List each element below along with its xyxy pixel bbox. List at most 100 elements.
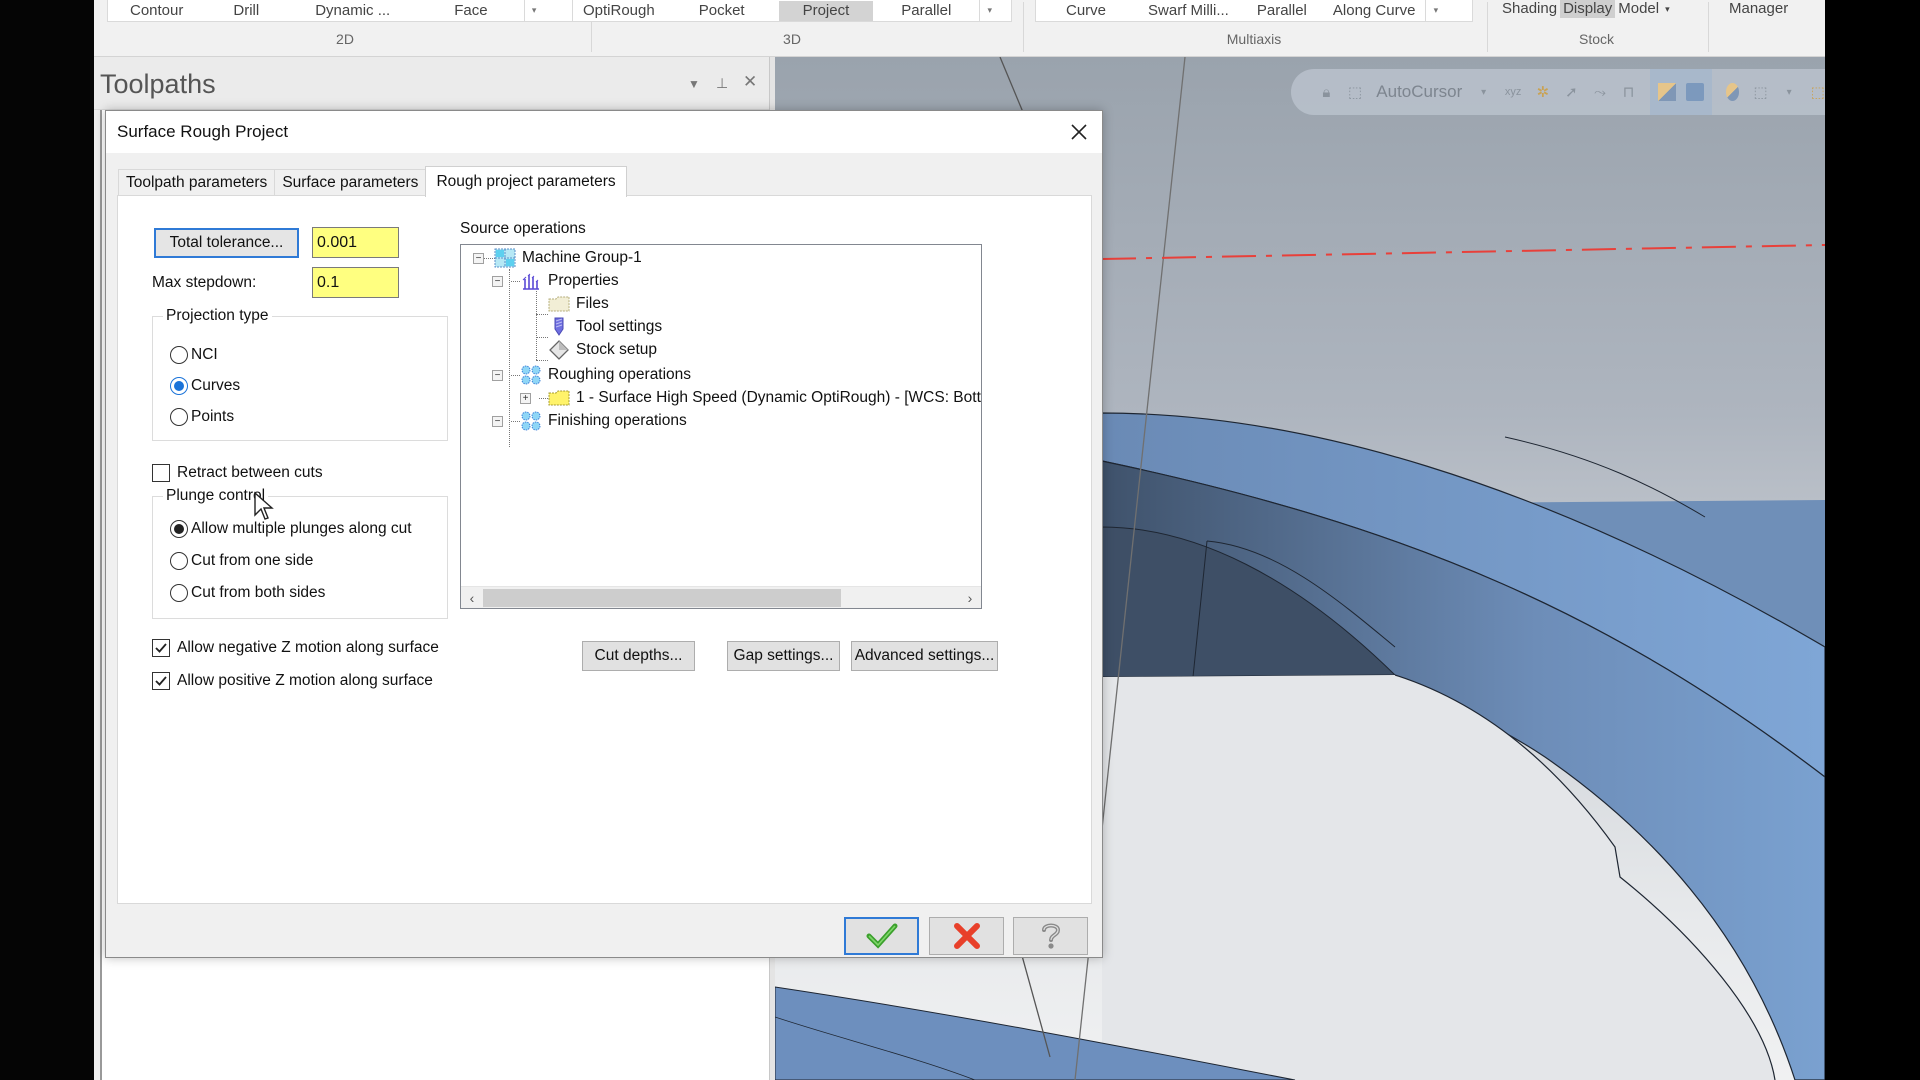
allow-negative-z-checkbox[interactable]: Allow negative Z motion along surface bbox=[152, 639, 439, 657]
dialog-tabs: Toolpath parameters Surface parameters R… bbox=[118, 166, 627, 197]
autocursor-chevron-icon[interactable]: ▾ bbox=[1476, 82, 1491, 102]
total-tolerance-input[interactable] bbox=[312, 227, 399, 258]
ribbon-btn-swarf[interactable]: Swarf Milli... bbox=[1136, 1, 1241, 21]
scrollbar-thumb[interactable] bbox=[483, 589, 841, 607]
tree-item-finishing-operations[interactable]: Finishing operations bbox=[520, 410, 687, 432]
tree-item-tool-settings[interactable]: Tool settings bbox=[548, 316, 662, 338]
tab-surface-parameters[interactable]: Surface parameters bbox=[274, 169, 427, 196]
add-point-icon[interactable]: ✲ bbox=[1535, 82, 1550, 102]
source-operations-tree[interactable]: − Machine Group-1 − Properties Files Too… bbox=[460, 244, 982, 609]
checkbox-checked[interactable] bbox=[152, 672, 170, 690]
panel-pin-icon[interactable]: ⊥ bbox=[716, 75, 728, 92]
cut-depths-button[interactable]: Cut depths... bbox=[582, 641, 695, 671]
expand-toggle[interactable]: + bbox=[520, 393, 531, 404]
allow-positive-z-checkbox[interactable]: Allow positive Z motion along surface bbox=[152, 672, 433, 690]
select-arrow-icon[interactable]: ➚ bbox=[1564, 82, 1579, 102]
retract-between-cuts-checkbox[interactable]: Retract between cuts bbox=[152, 464, 323, 482]
tab-toolpath-parameters[interactable]: Toolpath parameters bbox=[118, 169, 276, 196]
select-chain-icon[interactable]: ⤳ bbox=[1593, 82, 1608, 102]
radio-nci[interactable]: NCI bbox=[170, 346, 218, 364]
radio-button-selected[interactable] bbox=[170, 377, 188, 395]
collapse-toggle[interactable]: − bbox=[492, 370, 503, 381]
lock-icon[interactable]: 🔒︎ bbox=[1319, 82, 1334, 102]
ribbon-btn-optirough[interactable]: OptiRough bbox=[573, 1, 665, 21]
ribbon-btn-curve[interactable]: Curve bbox=[1036, 1, 1136, 21]
viewport-quick-toolbar: 🔒︎ ⬚ AutoCursor ▾ xyz ✲ ➚ ⤳ ⊓ ⬚ ▾ ⬚ bbox=[1291, 69, 1825, 115]
tree-item-machine-group[interactable]: Machine Group-1 bbox=[494, 247, 642, 269]
tree-horizontal-scrollbar[interactable]: ‹ › bbox=[461, 586, 981, 608]
collapse-toggle[interactable]: − bbox=[492, 276, 503, 287]
ribbon-btn-display[interactable]: Display bbox=[1560, 0, 1616, 18]
cancel-button[interactable] bbox=[929, 917, 1004, 955]
ribbon-btn-dynamic[interactable]: Dynamic ... bbox=[287, 1, 418, 21]
tree-item-properties[interactable]: Properties bbox=[520, 270, 619, 292]
checkbox-checked[interactable] bbox=[152, 639, 170, 657]
select-window-icon[interactable]: ⊓ bbox=[1621, 82, 1636, 102]
body-select-icon[interactable] bbox=[1725, 83, 1740, 101]
ribbon-more-3d-icon[interactable]: ▾ bbox=[979, 0, 999, 21]
stock-setup-icon bbox=[548, 340, 570, 360]
plunge-control-group: Plunge control Allow multiple plunges al… bbox=[152, 487, 448, 619]
window-select-icon[interactable]: ⬚ bbox=[1753, 82, 1768, 102]
radio-points[interactable]: Points bbox=[170, 408, 234, 426]
panel-dropdown-icon[interactable]: ▼ bbox=[688, 77, 700, 91]
radio-button[interactable] bbox=[170, 408, 188, 426]
tree-item-operation-1[interactable]: 1 - Surface High Speed (Dynamic OptiRoug… bbox=[548, 387, 981, 409]
radio-button-selected[interactable] bbox=[170, 520, 188, 538]
toolpaths-panel-header: Toolpaths ▼ ⊥ ✕ bbox=[94, 57, 775, 110]
radio-button[interactable] bbox=[170, 346, 188, 364]
ribbon-btn-manager[interactable]: Manager bbox=[1726, 0, 1791, 18]
ribbon-btn-parallel-multiaxis[interactable]: Parallel bbox=[1241, 1, 1323, 21]
panel-close-icon[interactable]: ✕ bbox=[743, 72, 757, 92]
ribbon-btn-drill[interactable]: Drill bbox=[205, 1, 287, 21]
ribbon-btn-face[interactable]: Face bbox=[418, 1, 523, 21]
rough-project-parameters-panel: Total tolerance... Max stepdown: Project… bbox=[117, 195, 1092, 904]
verify-select-icon[interactable]: ⬚ bbox=[1810, 82, 1825, 102]
collapse-toggle[interactable]: − bbox=[492, 416, 503, 427]
tab-rough-project-parameters[interactable]: Rough project parameters bbox=[425, 166, 627, 197]
radio-cut-from-both-sides[interactable]: Cut from both sides bbox=[170, 584, 325, 602]
tree-item-files[interactable]: Files bbox=[548, 293, 609, 315]
tree-item-stock-setup[interactable]: Stock setup bbox=[548, 339, 657, 361]
radio-allow-multiple-plunges[interactable]: Allow multiple plunges along cut bbox=[170, 520, 412, 538]
ribbon-btn-shading[interactable]: Shading bbox=[1499, 0, 1560, 18]
ribbon-btn-model[interactable]: Model bbox=[1615, 0, 1662, 18]
radio-curves[interactable]: Curves bbox=[170, 377, 240, 395]
ok-button[interactable] bbox=[844, 917, 919, 955]
autocursor-dropdown[interactable]: AutoCursor bbox=[1376, 82, 1462, 102]
ribbon-more-multiaxis-icon[interactable]: ▾ bbox=[1425, 0, 1445, 21]
files-folder-icon bbox=[548, 294, 570, 314]
xyz-point-icon[interactable]: xyz bbox=[1505, 82, 1522, 102]
total-tolerance-button[interactable]: Total tolerance... bbox=[154, 228, 299, 258]
help-button[interactable] bbox=[1013, 917, 1088, 955]
radio-button[interactable] bbox=[170, 584, 188, 602]
ribbon-btn-contour[interactable]: Contour bbox=[108, 1, 205, 21]
screen-border-right bbox=[1825, 0, 1920, 1080]
scroll-right-icon[interactable]: › bbox=[960, 588, 980, 608]
ribbon-more-2d-icon[interactable]: ▾ bbox=[523, 0, 544, 21]
selection-cursor-icon[interactable]: ⬚ bbox=[1348, 82, 1363, 102]
operations-group-icon bbox=[520, 365, 542, 385]
gap-settings-button[interactable]: Gap settings... bbox=[727, 641, 840, 671]
source-operations-label: Source operations bbox=[460, 220, 586, 237]
advanced-settings-button[interactable]: Advanced settings... bbox=[851, 641, 998, 671]
face-select-icon[interactable] bbox=[1685, 83, 1704, 101]
red-x-icon bbox=[953, 923, 980, 949]
max-stepdown-input[interactable] bbox=[312, 267, 399, 298]
ribbon-btn-parallel[interactable]: Parallel bbox=[873, 1, 979, 21]
scroll-left-icon[interactable]: ‹ bbox=[462, 588, 482, 608]
ribbon-btn-pocket[interactable]: Pocket bbox=[665, 1, 779, 21]
ribbon-btn-project[interactable]: Project bbox=[778, 0, 874, 21]
solid-select-icon[interactable] bbox=[1657, 83, 1676, 101]
radio-cut-from-one-side[interactable]: Cut from one side bbox=[170, 552, 313, 570]
ribbon-model-dropdown-icon[interactable]: ▾ bbox=[1662, 0, 1673, 18]
dialog-close-button[interactable] bbox=[1064, 117, 1094, 147]
collapse-toggle[interactable]: − bbox=[473, 253, 484, 264]
radio-button[interactable] bbox=[170, 552, 188, 570]
checkbox[interactable] bbox=[152, 464, 170, 482]
ribbon-btn-along-curve[interactable]: Along Curve bbox=[1323, 1, 1426, 21]
tree-item-roughing-operations[interactable]: Roughing operations bbox=[520, 364, 691, 386]
ribbon-group-label: 2D bbox=[336, 31, 354, 47]
select-options-chevron-icon[interactable]: ▾ bbox=[1782, 82, 1797, 102]
ribbon-group-label: Multiaxis bbox=[1226, 31, 1282, 47]
